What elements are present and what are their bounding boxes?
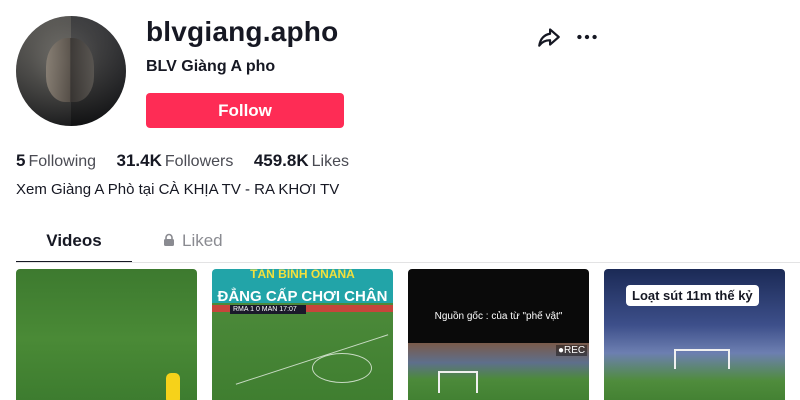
rec-indicator: ●REC: [556, 345, 588, 356]
tab-videos-label: Videos: [46, 231, 102, 250]
avatar-face: [46, 38, 94, 102]
profile-tabs: Videos Liked: [16, 225, 800, 263]
video-grid: TÂN BINH ONANA ĐẲNG CẤP CHƠI CHÂN RMA 1 …: [16, 269, 800, 400]
pitch-arc: [312, 353, 372, 383]
profile-stats: 5 Following 31.4K Followers 459.8K Likes: [16, 151, 365, 171]
video-thumbnail-4[interactable]: Loạt sút 11m thế kỷ: [604, 269, 785, 400]
video-3-caption: Nguồn gốc : của từ "phế vật": [434, 311, 563, 322]
pitch: [212, 303, 393, 400]
video-2-header-top: TÂN BINH ONANA: [250, 269, 355, 281]
followers-label: Followers: [164, 153, 234, 170]
followers-count: 31.4K: [116, 151, 162, 170]
tab-liked[interactable]: Liked: [162, 225, 282, 263]
video-thumbnail-1[interactable]: [16, 269, 197, 400]
goal-frame: [674, 349, 730, 369]
goal-frame: [438, 371, 478, 393]
following-label: Following: [28, 153, 97, 170]
likes-label: Likes: [311, 153, 349, 170]
username: blvgiang.apho: [146, 16, 339, 47]
following-stat[interactable]: 5 Following: [16, 151, 96, 171]
video-thumbnail-2[interactable]: TÂN BINH ONANA ĐẲNG CẤP CHƠI CHÂN RMA 1 …: [212, 269, 393, 400]
share-icon[interactable]: [536, 24, 562, 50]
tab-liked-label: Liked: [182, 231, 223, 250]
bio: Xem Giàng A Phò tại CÀ KHỊA TV - RA KHƠI…: [16, 181, 340, 198]
lock-icon: [164, 233, 174, 246]
avatar[interactable]: [16, 16, 126, 126]
scoreboard: RMA 1 0 MAN 17:07: [230, 305, 306, 314]
more-icon[interactable]: [574, 24, 600, 50]
tabs-divider: [16, 262, 800, 263]
nickname: BLV Giàng A pho: [146, 58, 276, 75]
video-thumbnail-3[interactable]: Nguồn gốc : của từ "phế vật" ●REC: [408, 269, 589, 400]
tab-videos[interactable]: Videos: [16, 225, 132, 263]
video-4-caption: Loạt sút 11m thế kỷ: [626, 285, 759, 306]
player-figure: [166, 373, 180, 400]
likes-count: 459.8K: [253, 151, 309, 170]
likes-stat: 459.8K Likes: [254, 151, 349, 171]
follow-button[interactable]: Follow: [146, 93, 344, 128]
followers-stat[interactable]: 31.4K Followers: [117, 151, 234, 171]
following-count: 5: [16, 151, 26, 170]
